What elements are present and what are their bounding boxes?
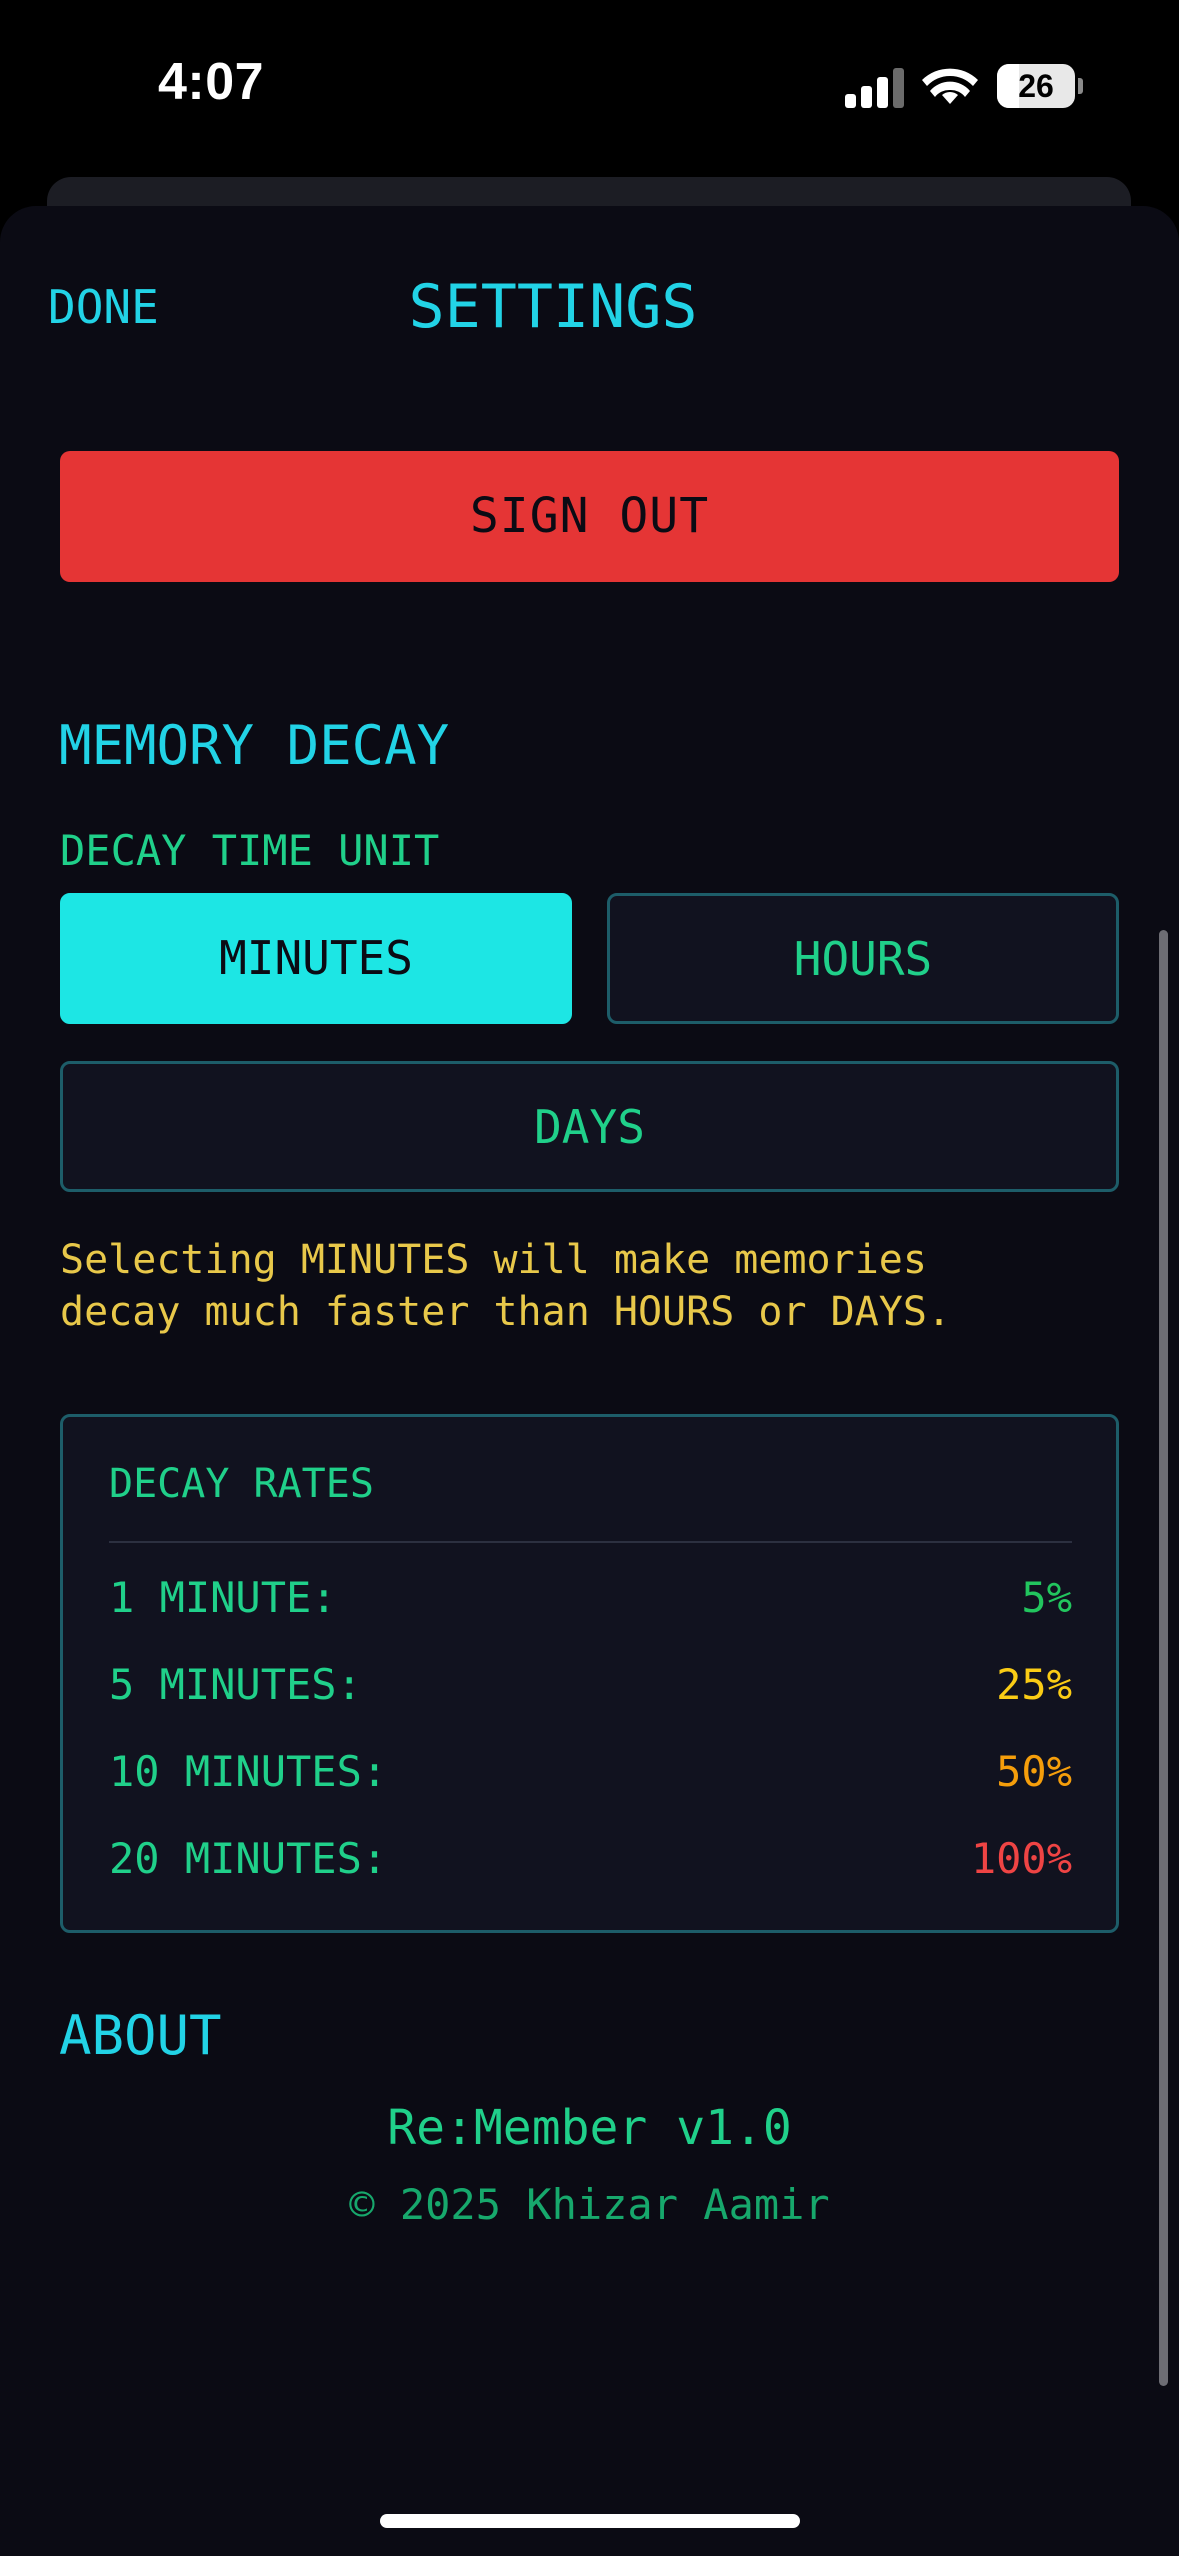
decay-rate-label: 5 MINUTES:	[109, 1660, 362, 1709]
decay-rate-label: 1 MINUTE:	[109, 1573, 337, 1622]
decay-rates-card: DECAY RATES 1 MINUTE: 5% 5 MINUTES: 25% …	[60, 1414, 1119, 1933]
app-version: Re:Member v1.0	[387, 2100, 792, 2156]
battery-level: 26	[1018, 68, 1054, 104]
decay-time-unit-label: DECAY TIME UNIT	[60, 826, 440, 875]
decay-rate-row: 5 MINUTES: 25%	[109, 1660, 1072, 1716]
decay-rate-row: 1 MINUTE: 5%	[109, 1573, 1072, 1629]
decay-rate-value: 50%	[996, 1747, 1072, 1796]
decay-rate-value: 25%	[996, 1660, 1072, 1709]
decay-hint-text: Selecting MINUTES will make memories dec…	[60, 1237, 952, 1335]
page-title: SETTINGS	[408, 272, 698, 342]
status-bar: 4:07 26	[0, 0, 1179, 170]
home-indicator[interactable]	[380, 2514, 800, 2528]
decay-rate-value: 5%	[1021, 1573, 1072, 1622]
decay-rate-row: 10 MINUTES: 50%	[109, 1747, 1072, 1803]
battery-cap	[1078, 78, 1083, 94]
about-heading: ABOUT	[59, 2004, 222, 2067]
decay-rate-row: 20 MINUTES: 100%	[109, 1834, 1072, 1890]
decay-rates-title: DECAY RATES	[109, 1461, 374, 1507]
days-option-button[interactable]: DAYS	[60, 1061, 1119, 1192]
battery-icon: 26	[997, 64, 1075, 108]
divider	[109, 1541, 1072, 1543]
status-time: 4:07	[158, 53, 265, 111]
minutes-option-button[interactable]: MINUTES	[60, 893, 572, 1024]
memory-decay-heading: MEMORY DECAY	[59, 714, 450, 777]
copyright-text: © 2025 Khizar Aamir	[349, 2180, 830, 2229]
decay-rate-value: 100%	[970, 1834, 1072, 1883]
sign-out-button[interactable]: SIGN OUT	[60, 451, 1119, 582]
decay-rate-label: 10 MINUTES:	[109, 1747, 388, 1796]
scrollbar[interactable]	[1159, 930, 1168, 2386]
hours-option-button[interactable]: HOURS	[607, 893, 1119, 1024]
decay-rate-label: 20 MINUTES:	[109, 1834, 388, 1883]
cellular-signal-icon	[845, 66, 907, 108]
wifi-icon	[922, 68, 978, 104]
